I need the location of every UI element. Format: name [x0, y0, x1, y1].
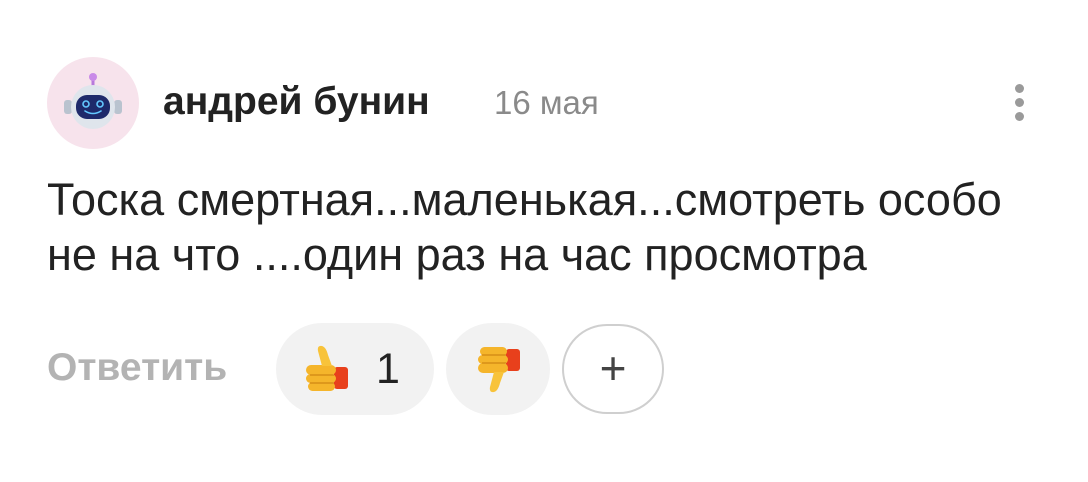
like-button[interactable]: 1: [276, 323, 434, 415]
add-reaction-button[interactable]: +: [562, 324, 664, 414]
plus-icon: +: [599, 342, 627, 394]
thumbs-down-icon: [478, 347, 520, 393]
like-count: 1: [376, 345, 400, 393]
comment-text: Тоска смертная...маленькая...смотреть ос…: [47, 174, 1002, 280]
comment-date: 16 мая: [494, 84, 599, 121]
reply-button[interactable]: Ответить: [47, 344, 227, 392]
dislike-button[interactable]: [446, 323, 550, 415]
thumbs-up-icon: [306, 345, 348, 391]
robot-avatar-icon[interactable]: [47, 57, 139, 149]
more-vertical-icon[interactable]: [1005, 80, 1035, 126]
author-name[interactable]: андрей бунин: [163, 78, 430, 126]
